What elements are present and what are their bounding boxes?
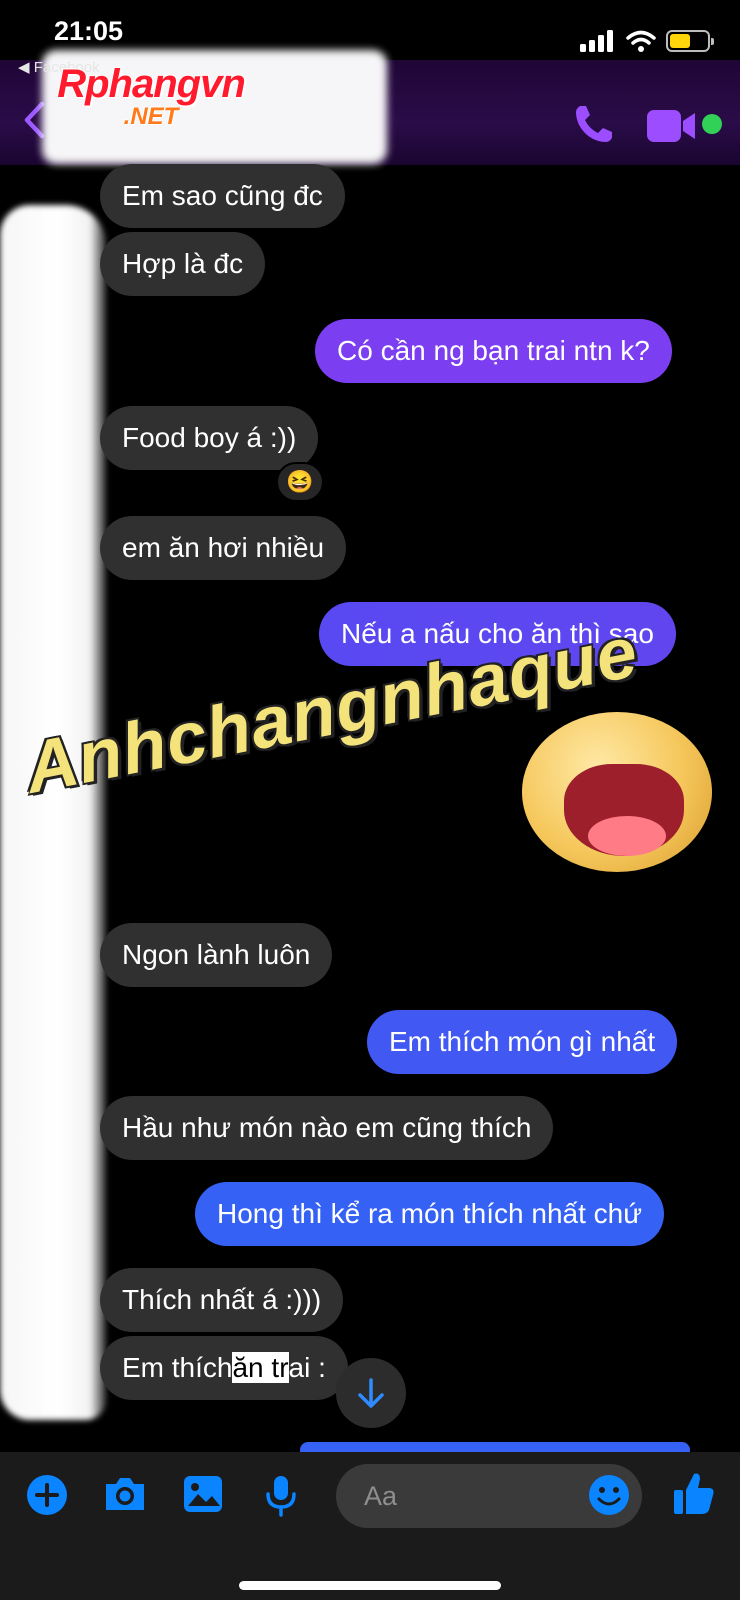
- scroll-to-bottom-button[interactable]: [336, 1358, 406, 1428]
- message-text-part: ai :: [288, 1352, 326, 1383]
- message-bubble-incoming[interactable]: Thích nhất á :))): [100, 1268, 344, 1332]
- arrow-down-icon: [358, 1378, 384, 1408]
- message-bubble-outgoing[interactable]: Em thích món gì nhất: [367, 1010, 678, 1074]
- battery-icon: [666, 30, 714, 52]
- watermark-sub-text: .NET: [123, 103, 179, 130]
- message-bubble-incoming[interactable]: Em thíchăn trai :: [100, 1336, 348, 1400]
- home-indicator: [239, 1581, 501, 1590]
- status-time: 21:05: [54, 16, 124, 46]
- message-bubble-incoming[interactable]: Hầu như món nào em cũng thích: [100, 1096, 554, 1160]
- messenger-chat-screen: 21:05 ◀ Facebook Rphangvn .NET Em sao cũ…: [0, 0, 740, 1600]
- message-reaction-badge[interactable]: 😆: [276, 462, 324, 502]
- camera-icon[interactable]: [102, 1474, 148, 1514]
- thumbs-up-icon[interactable]: [672, 1470, 716, 1516]
- cellular-signal-icon: [580, 30, 613, 52]
- selected-text-highlight: ăn tr: [232, 1352, 289, 1383]
- message-bubble-incoming[interactable]: Food boy á :)): [100, 406, 319, 470]
- wifi-icon: [626, 30, 656, 52]
- microphone-icon[interactable]: [264, 1474, 298, 1518]
- message-composer: [0, 1452, 740, 1600]
- video-camera-icon[interactable]: [645, 108, 699, 144]
- watermark-main-text: Rphangvn: [57, 62, 246, 106]
- emoji-icon[interactable]: [588, 1474, 630, 1516]
- sticker-message[interactable]: Anhchangnhaque: [19, 612, 740, 890]
- message-bubble-outgoing-partial: [300, 1442, 690, 1452]
- gallery-icon[interactable]: [182, 1474, 224, 1514]
- watermark-logo: Rphangvn .NET: [36, 62, 266, 134]
- message-text-part: Em thích: [122, 1352, 233, 1383]
- message-bubble-incoming[interactable]: Hợp là đc: [100, 232, 266, 296]
- message-bubble-incoming[interactable]: em ăn hơi nhiều: [100, 516, 347, 580]
- laughing-emoji-sticker-icon: [522, 712, 712, 872]
- phone-icon[interactable]: [572, 102, 616, 146]
- message-bubble-incoming[interactable]: Ngon lành luôn: [100, 923, 333, 987]
- add-icon[interactable]: [26, 1474, 68, 1516]
- message-bubble-outgoing[interactable]: Hong thì kể ra món thích nhất chứ: [195, 1182, 664, 1246]
- online-status-dot: [702, 114, 722, 134]
- message-bubble-outgoing[interactable]: Có cần ng bạn trai ntn k?: [315, 319, 672, 383]
- message-bubble-incoming[interactable]: Em sao cũng đc: [100, 164, 345, 228]
- status-icons: [580, 30, 714, 52]
